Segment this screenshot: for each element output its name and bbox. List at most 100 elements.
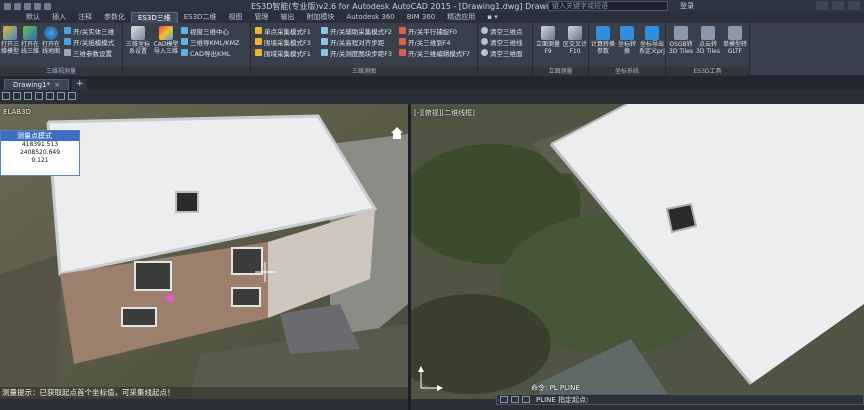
toggle-assist-capture[interactable]: 开/关辅助采集模式F2 <box>321 26 392 36</box>
cross-icon <box>568 26 582 40</box>
open-online-map-button[interactable]: 打开在线地图 <box>41 26 61 55</box>
file-tab-drawing1[interactable]: Drawing1* × <box>4 79 69 90</box>
toggle-parallel-snap[interactable]: 开/关平行捕捉F0 <box>399 26 457 36</box>
measure-point-popup: 测量点模式 418391.513 2408520.649 9.121 <box>0 130 80 176</box>
ucs-icon <box>418 366 443 391</box>
clear-3d-points[interactable]: 清空三维点 <box>481 26 523 36</box>
coordinate-icon <box>131 26 145 40</box>
view-3d-center[interactable]: 视窗三维中心 <box>181 26 229 36</box>
toggle-entity-3d[interactable]: 开/关实体三维 <box>64 26 114 36</box>
viewport-label: [-][俯视][二维线框] <box>414 109 475 117</box>
gear-icon <box>64 49 71 56</box>
undo-icon[interactable] <box>34 2 41 10</box>
open-icon[interactable] <box>14 2 21 10</box>
snap-icon <box>399 38 406 45</box>
pointcloud-to-3dtiles-button[interactable]: 点云转3D Tiles <box>695 26 721 55</box>
ribbon-tab-6[interactable]: 视图 <box>222 12 248 23</box>
ribbon-tab-5[interactable]: ES3D二维 <box>178 12 223 23</box>
coordinate-convert-button[interactable]: 坐标转换 <box>616 26 638 55</box>
coord-z: 9.121 <box>31 157 49 164</box>
osgb-to-3dtiles-button[interactable]: OSGB转3D Tiles <box>668 26 694 55</box>
toggle-icon <box>64 38 71 45</box>
wall-capture-mode[interactable]: 围墙采集模式F3 <box>255 37 311 47</box>
settings-icon[interactable] <box>57 92 65 100</box>
window-title: ES3D智能(专业版)v2.6 for Autodesk AutoCAD 201… <box>251 1 583 11</box>
ribbon-tabs: 默认 插入 注释 参数化 ES3D三维 ES3D二维 视图 管理 输出 附加模块 Autodesk … <box>0 12 864 23</box>
command-input[interactable]: PLINE 指定起点: <box>536 395 588 405</box>
command-line[interactable]: PLINE 指定起点: <box>496 394 864 405</box>
orbit-icon[interactable] <box>24 92 32 100</box>
toggle-elevation-align[interactable]: 开/关高程对齐步距 <box>321 37 384 47</box>
toggle-paper-mode[interactable]: 开/关纸模模式 <box>64 37 114 47</box>
measure-icon[interactable] <box>35 92 43 100</box>
ribbon-group-coords: 三维坐标系设置 CAD模型导入三维 视窗三维中心 三维导KML/KMZ CAD导… <box>123 23 251 76</box>
ribbon-tab-11[interactable]: BIM 360 <box>401 12 442 23</box>
clear-3d-lines[interactable]: 清空三维线 <box>481 37 523 47</box>
2d-wireframe-viewport[interactable]: [-][俯视][二维线框] <box>411 104 864 399</box>
toggle-3d-to[interactable]: 开/关三维到F4 <box>399 37 451 47</box>
toggle-icon <box>321 27 328 34</box>
minimize-button[interactable] <box>816 1 828 10</box>
ribbon-tab-4[interactable]: ES3D三维 <box>131 12 178 23</box>
maximize-button[interactable] <box>832 1 844 10</box>
area-capture-mode[interactable]: 围域采集模式F1 <box>255 48 311 58</box>
new-icon[interactable] <box>4 2 11 10</box>
export-kml-kmz[interactable]: 三维导KML/KMZ <box>181 37 240 47</box>
calc-transform-params-button[interactable]: 计算转换参数 <box>591 26 615 55</box>
ribbon-tab-7[interactable]: 管理 <box>248 12 274 23</box>
3d-settings[interactable]: 三维参数设置 <box>64 48 112 58</box>
settings-icon[interactable] <box>511 396 519 403</box>
cad-export-kml[interactable]: CAD导出KML <box>181 48 230 58</box>
zoom-icon[interactable] <box>2 92 10 100</box>
snap-icon <box>399 27 406 34</box>
open-online-3d-button[interactable]: 打开在线三维 <box>20 26 40 55</box>
ribbon-tab-2[interactable]: 注释 <box>72 12 98 23</box>
kml-icon <box>181 38 188 45</box>
ribbon-tab-13[interactable]: ▪ ▾ <box>481 12 503 23</box>
login-button[interactable]: 登录 <box>680 1 694 11</box>
ribbon-tab-10[interactable]: Autodesk 360 <box>340 12 400 23</box>
save-icon[interactable] <box>24 2 31 10</box>
redo-icon[interactable] <box>44 2 51 10</box>
close-button[interactable] <box>848 1 860 10</box>
ribbon-group-tools: OSGB转3D Tiles 点云转3D Tiles 单模型转GLTF ES3D工… <box>666 23 750 76</box>
new-tab-button[interactable]: + <box>71 79 88 90</box>
3d-coordinate-setup-button[interactable]: 三维坐标系设置 <box>125 26 151 55</box>
3d-model-viewport[interactable]: ELAB3D 测量点模式 418391.513 2408520.649 9.12… <box>0 104 408 399</box>
capture-icon[interactable] <box>68 92 76 100</box>
area-cross-button[interactable]: 区交叉计F10 <box>562 26 588 55</box>
close-icon[interactable] <box>500 396 508 403</box>
cube-icon <box>159 26 173 40</box>
viewport-label: ELAB3D <box>3 108 31 116</box>
ribbon-tab-12[interactable]: 精选应用 <box>441 12 481 23</box>
toggle-3d-edit-mode[interactable]: 开/关三维编辑模式F7 <box>399 48 470 58</box>
open-model-icon <box>3 26 17 40</box>
file-tab-bar: Drawing1* × + <box>0 76 864 90</box>
single-point-mode[interactable]: 单点采集模式F1 <box>255 26 311 36</box>
ribbon-tab-9[interactable]: 附加模块 <box>300 12 340 23</box>
ribbon-tab-8[interactable]: 输出 <box>274 12 300 23</box>
clear-3d-faces[interactable]: 清空三维面 <box>481 48 523 58</box>
facade-measure-button[interactable]: 立面测量F9 <box>535 26 561 55</box>
orthophoto-scene <box>411 104 864 399</box>
cad-import-3d-button[interactable]: CAD模型导入三维 <box>152 26 180 55</box>
viewport-toolbar <box>0 90 864 102</box>
area-icon <box>255 49 262 56</box>
home-icon[interactable] <box>390 126 404 140</box>
close-icon[interactable]: × <box>54 80 60 91</box>
ribbon-tab-3[interactable]: 参数化 <box>98 12 131 23</box>
convert-icon <box>620 26 634 40</box>
edit-icon <box>399 49 406 56</box>
model-to-gltf-button[interactable]: 单模型转GLTF <box>722 26 748 55</box>
toggle-measure-block[interactable]: 开/关测度图块步距F3 <box>321 48 392 58</box>
ribbon-tab-0[interactable]: 默认 <box>20 12 46 23</box>
layer-icon[interactable] <box>46 92 54 100</box>
clear-icon <box>481 38 488 45</box>
toggle-icon <box>64 27 71 34</box>
ribbon-tab-1[interactable]: 插入 <box>46 12 72 23</box>
search-input[interactable]: 键入关键字或短语 <box>548 1 668 11</box>
open-3d-model-button[interactable]: 打开三维模型 <box>1 26 19 55</box>
export-prj-button[interactable]: 坐标导出系定义prj <box>639 26 665 55</box>
pointcloud-icon <box>701 26 715 40</box>
pan-icon[interactable] <box>13 92 21 100</box>
